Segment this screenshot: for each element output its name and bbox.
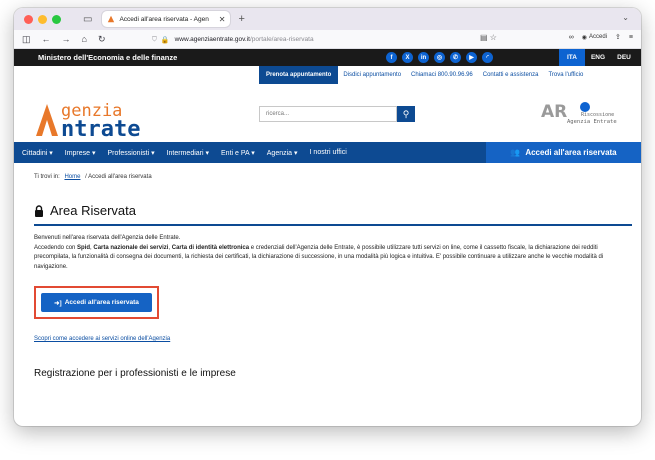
tab-close-icon[interactable]: ✕ <box>219 15 226 24</box>
discover-services-link[interactable]: Scopri come accedere ai servizi online d… <box>34 336 621 342</box>
reload-icon[interactable]: ↻ <box>98 34 106 45</box>
tab-title: Accedi all'area riservata - Agen <box>119 15 209 23</box>
window-controls <box>24 14 61 24</box>
breadcrumb-prefix: Ti trovi in: <box>34 174 60 180</box>
menu-enti-pa[interactable]: Enti e PA ▾ <box>215 149 261 157</box>
forward-icon[interactable]: → <box>62 34 71 44</box>
url-bar[interactable]: ⛉ 🔒 www.agenziaentrate.gov.it /portale/a… <box>152 32 532 47</box>
menu-icon[interactable]: ≡ <box>629 34 633 41</box>
chiamaci-link[interactable]: Chiamaci 800.90.96.96 <box>406 72 478 78</box>
tab-list-icon[interactable]: ⌄ <box>622 13 629 22</box>
youtube-icon[interactable]: ▶ <box>466 52 477 63</box>
linkedin-icon[interactable]: in <box>418 52 429 63</box>
extensions-icon[interactable]: ∞ <box>569 34 574 41</box>
menu-cittadini[interactable]: Cittadini ▾ <box>14 149 59 157</box>
agenzia-riscossione-logo[interactable]: AR Riscossione Agenzia Entrate <box>541 101 627 127</box>
intro-line1: Benvenuti nell'area riservata dell'Agenz… <box>34 235 181 241</box>
tab-strip: ▭ Accedi all'area riservata - Agen ✕ + ⌄ <box>14 8 641 30</box>
intro-spid: Spid <box>77 244 91 251</box>
ministry-link[interactable]: Ministero dell'Economia e delle finanze <box>38 53 177 62</box>
shield-icon[interactable]: ⛉ <box>152 36 157 44</box>
close-window-button[interactable] <box>24 14 33 24</box>
highlight-box: ➜] Accedi all'area riservata <box>34 286 159 319</box>
url-path: /portale/area-riservata <box>250 36 314 43</box>
facebook-icon[interactable]: f <box>386 52 397 63</box>
intro-text: Benvenuti nell'area riservata dell'Agenz… <box>34 234 632 272</box>
minimize-window-button[interactable] <box>38 14 47 24</box>
access-reserved-area-button[interactable]: ➜] Accedi all'area riservata <box>41 293 152 312</box>
sidebar-icon[interactable]: ◫ <box>22 34 31 45</box>
page-title: Area Riservata <box>34 203 632 226</box>
menu-agenzia[interactable]: Agenzia ▾ <box>261 149 304 157</box>
account-button[interactable]: ◉ Accedi <box>582 34 607 41</box>
menu-cta-label: Accedi all'area riservata <box>525 148 617 157</box>
header-links: Prenota appuntamento Disdici appuntament… <box>259 66 588 84</box>
disdici-link[interactable]: Disdici appuntamento <box>338 72 406 78</box>
page-title-text: Area Riservata <box>50 203 136 218</box>
access-button-label: Accedi all'area riservata <box>64 299 139 306</box>
instagram-icon[interactable]: ◎ <box>434 52 445 63</box>
prenota-link[interactable]: Prenota appuntamento <box>259 66 339 84</box>
sign-in-icon: ➜] <box>54 299 62 307</box>
account-label: Accedi <box>589 34 608 40</box>
ar-logo-line2: Agenzia Entrate <box>567 119 617 125</box>
new-tab-button[interactable]: + <box>238 13 244 25</box>
site-header: Prenota appuntamento Disdici appuntament… <box>14 66 641 142</box>
favicon-icon <box>108 15 115 23</box>
menu-area-riservata-button[interactable]: 👥 Accedi all'area riservata <box>486 142 641 163</box>
language-switcher: ITA ENG DEU <box>559 49 637 66</box>
menu-intermediari[interactable]: Intermediari ▾ <box>161 149 215 157</box>
social-links: f X in ◎ ✆ ▶ ◜ <box>386 52 493 63</box>
lang-ita[interactable]: ITA <box>559 49 585 66</box>
toolbar-right: ∞ ◉ Accedi ⇪ ≡ <box>569 33 633 42</box>
breadcrumb-home[interactable]: Home <box>64 174 80 180</box>
ar-logo-line1: Riscossione <box>581 112 614 118</box>
users-icon: 👥 <box>510 148 521 157</box>
menu-imprese[interactable]: Imprese ▾ <box>59 149 102 157</box>
back-icon[interactable]: ← <box>42 34 51 44</box>
share-icon[interactable]: ⇪ <box>615 33 621 41</box>
search-icon: ⚲ <box>402 108 410 119</box>
svg-text:AR: AR <box>541 102 567 122</box>
logo-line2: ntrate <box>61 117 140 138</box>
x-icon[interactable]: X <box>402 52 413 63</box>
intro-a: Accedendo con <box>34 244 78 251</box>
main-menu: Cittadini ▾ Imprese ▾ Professionisti ▾ I… <box>14 142 641 163</box>
rss-icon[interactable]: ◜ <box>482 52 493 63</box>
contatti-link[interactable]: Contatti e assistenza <box>478 72 544 78</box>
main-content: Ti trovi in: Home / Accedi all'area rise… <box>14 174 641 379</box>
search-form: ricerca... ⚲ <box>259 106 415 122</box>
trova-ufficio-link[interactable]: Trova l'ufficio <box>543 72 588 78</box>
whatsapp-icon[interactable]: ✆ <box>450 52 461 63</box>
browser-window: ▭ Accedi all'area riservata - Agen ✕ + ⌄… <box>14 8 641 426</box>
breadcrumb-current: / Accedi all'area riservata <box>85 174 152 180</box>
tab-active[interactable]: Accedi all'area riservata - Agen ✕ <box>102 11 231 27</box>
breadcrumb: Ti trovi in: Home / Accedi all'area rise… <box>34 174 621 180</box>
lang-eng[interactable]: ENG <box>585 49 611 66</box>
intro-cie: Carta di identità elettronica <box>171 244 250 251</box>
url-host: www.agenziaentrate.gov.it <box>174 36 250 43</box>
reader-icon[interactable]: ▤ ☆ <box>480 33 497 42</box>
search-button[interactable]: ⚲ <box>397 106 415 122</box>
menu-uffici[interactable]: I nostri uffici <box>304 149 353 156</box>
search-input[interactable]: ricerca... <box>259 106 397 122</box>
ministry-bar: Ministero dell'Economia e delle finanze … <box>14 49 641 66</box>
lang-deu[interactable]: DEU <box>611 49 637 66</box>
maximize-window-button[interactable] <box>52 14 61 24</box>
navigation-bar: ◫ ← → ⌂ ↻ ⛉ 🔒 www.agenziaentrate.gov.it … <box>14 30 641 49</box>
section-title: Registrazione per i professionisti e le … <box>34 368 236 379</box>
tab-overview-icon[interactable]: ▭ <box>83 14 92 25</box>
account-icon: ◉ <box>581 34 588 41</box>
menu-professionisti[interactable]: Professionisti ▾ <box>102 149 161 157</box>
padlock-icon <box>35 204 43 217</box>
home-icon[interactable]: ⌂ <box>82 34 87 44</box>
intro-cns: Carta nazionale dei servizi <box>93 244 169 251</box>
agenzia-entrate-logo[interactable]: genzia ntrate <box>34 96 174 138</box>
lock-icon[interactable]: 🔒 <box>161 36 170 44</box>
